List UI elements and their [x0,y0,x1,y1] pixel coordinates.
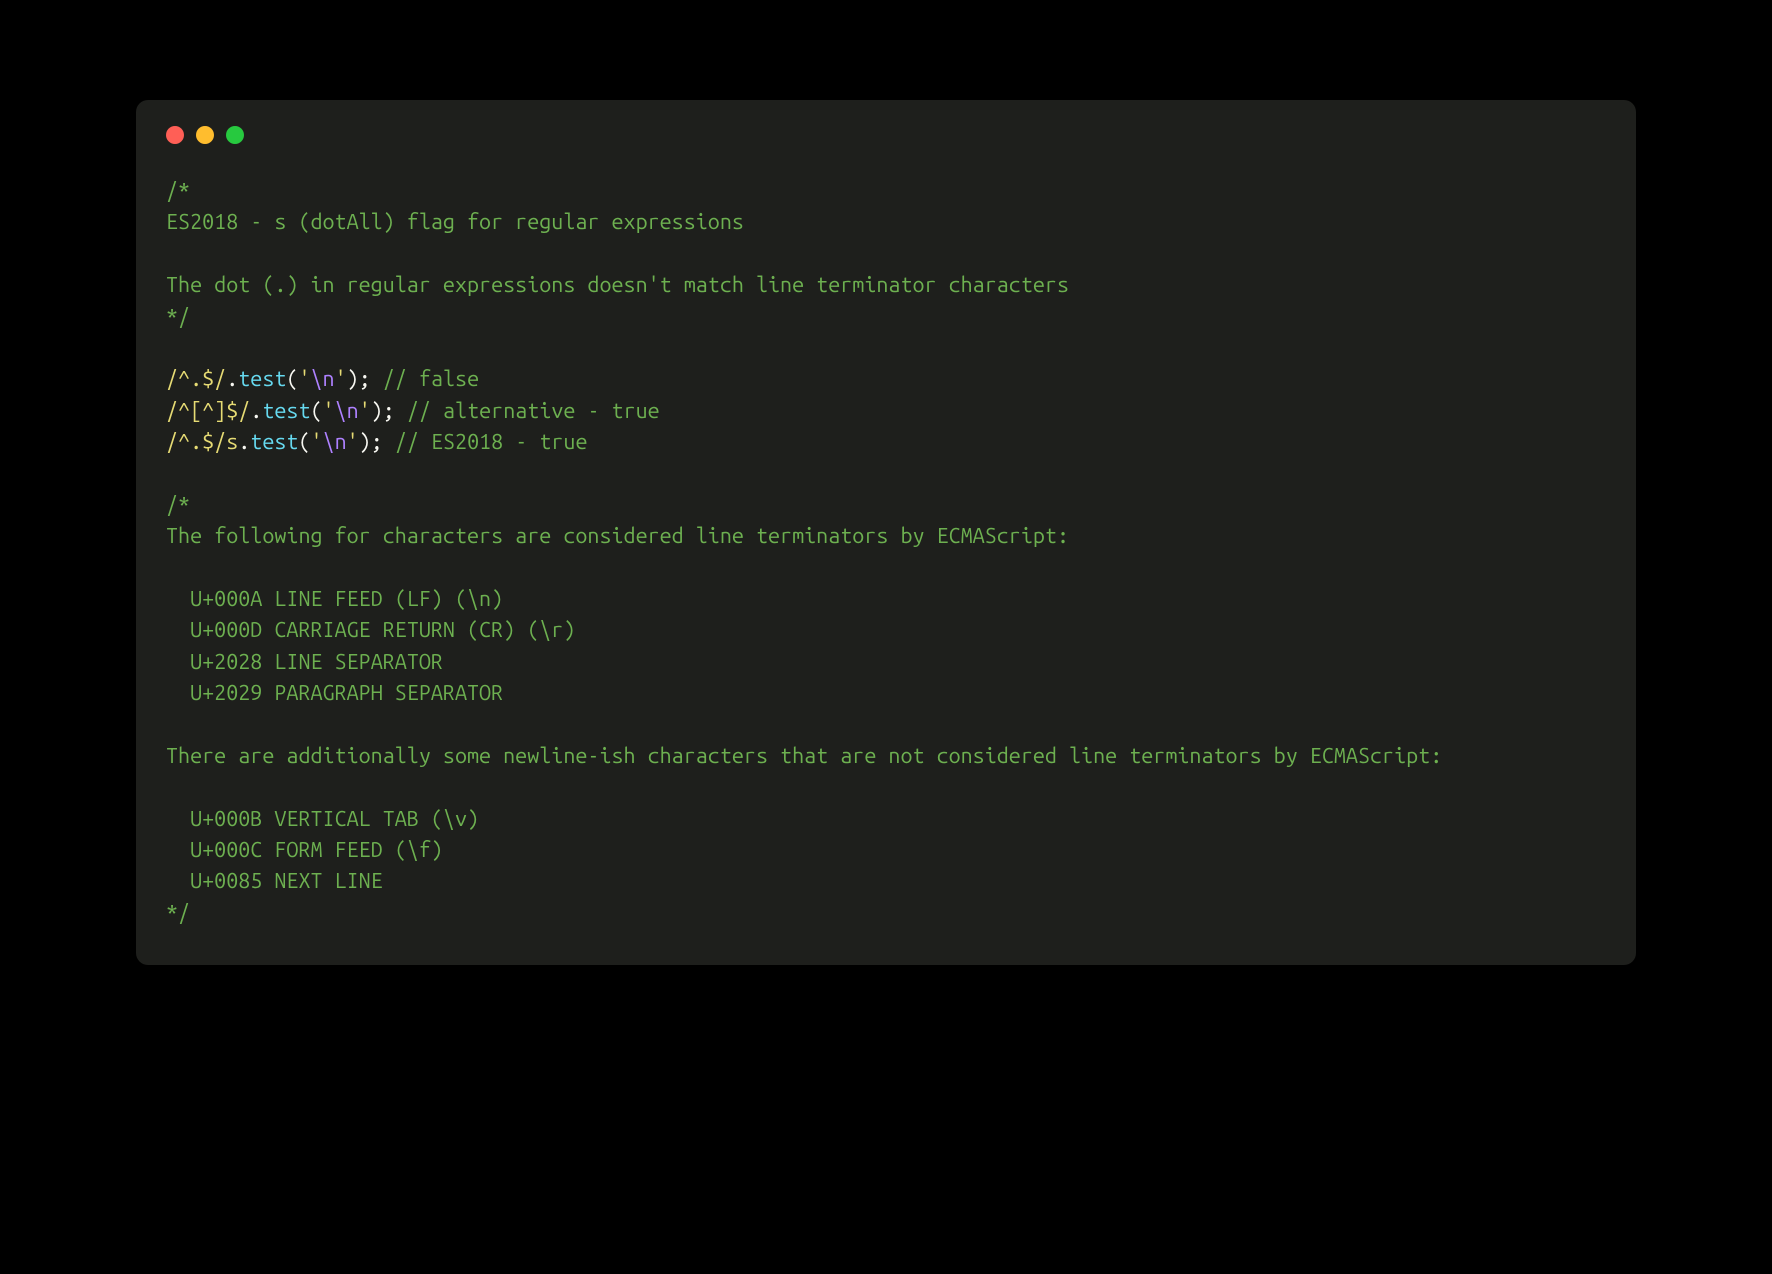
comment-block-2: /* The following for characters are cons… [166,493,1442,925]
string-quote: ' [311,430,323,454]
escape-newline: \n [335,399,359,423]
line-comment: // ES2018 - true [395,430,588,454]
zoom-icon[interactable] [226,126,244,144]
minimize-icon[interactable] [196,126,214,144]
method-test: test [238,367,286,391]
method-test: test [250,430,298,454]
close-icon[interactable] [166,126,184,144]
code-block: /* ES2018 - s (dotAll) flag for regular … [166,176,1606,929]
space [371,367,383,391]
dot-operator: . [250,399,262,423]
paren-open: ( [311,399,323,423]
line-comment: // alternative - true [407,399,660,423]
space [383,430,395,454]
regex-literal: /^.$/s [166,430,238,454]
dot-operator: . [226,367,238,391]
string-quote: ' [359,399,371,423]
regex-literal: /^.$/ [166,367,226,391]
code-line-3: /^.$/s.test('\n'); // ES2018 - true [166,430,588,454]
paren-open: ( [298,430,310,454]
method-test: test [262,399,310,423]
string-quote: ' [323,399,335,423]
line-comment: // false [383,367,479,391]
regex-literal: /^[^]$/ [166,399,250,423]
space [395,399,407,423]
paren-close: ); [359,430,383,454]
paren-close: ); [371,399,395,423]
string-quote: ' [298,367,310,391]
string-quote: ' [335,367,347,391]
code-window: /* ES2018 - s (dotAll) flag for regular … [136,100,1636,965]
paren-close: ); [347,367,371,391]
paren-open: ( [286,367,298,391]
code-line-1: /^.$/.test('\n'); // false [166,367,479,391]
string-quote: ' [347,430,359,454]
escape-newline: \n [311,367,335,391]
code-line-2: /^[^]$/.test('\n'); // alternative - tru… [166,399,660,423]
dot-operator: . [238,430,250,454]
window-controls [166,126,1606,144]
comment-block-1: /* ES2018 - s (dotAll) flag for regular … [166,179,1069,329]
escape-newline: \n [323,430,347,454]
